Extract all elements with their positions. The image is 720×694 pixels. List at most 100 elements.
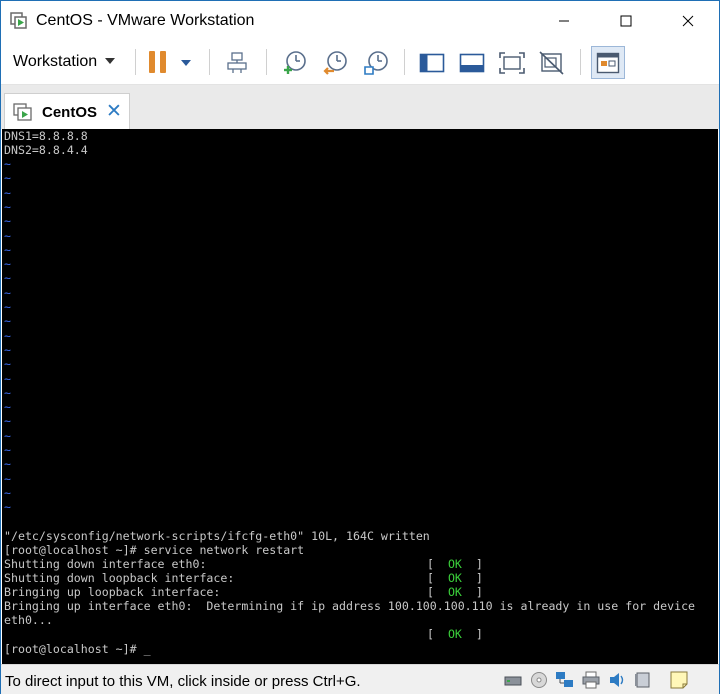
message-log-icon[interactable] [669,671,689,689]
vim-empty-line-tilde: ~ [4,257,11,272]
vim-empty-line-tilde: ~ [4,485,11,500]
vim-empty-line-tilde: ~ [4,357,11,372]
tab-centos[interactable]: CentOS ✕ [4,93,130,129]
network-adapter-icon[interactable] [555,671,575,689]
vim-empty-line-tilde: ~ [4,228,11,243]
unity-button[interactable] [538,49,566,77]
hard-disk-icon[interactable] [503,671,523,689]
vim-empty-line-tilde: ~ [4,242,11,257]
ok-text: OK [447,571,462,585]
maximize-button[interactable] [603,1,649,41]
toolbar-divider [266,49,267,75]
ok-bracket: ] [475,557,483,571]
vim-empty-line-tilde: ~ [4,157,11,171]
ok-text: OK [447,557,462,571]
vim-empty-line-tilde: ~ [4,271,11,286]
console-view-button[interactable] [418,49,446,77]
display-icon[interactable] [633,671,653,689]
ok-status: [ OK ] [427,571,483,585]
send-ctrl-alt-del-button[interactable] [223,49,251,77]
vim-empty-line-tilde: ~ [4,385,11,400]
toolbar-divider [209,49,210,75]
vmware-window: CentOS - VMware Workstation Workstation [0,0,720,694]
console-view-icon [419,53,445,73]
close-icon [682,15,694,27]
vim-empty-line-tilde: ~ [4,342,11,357]
vim-empty-line-tilde: ~ [4,300,11,314]
vim-empty-line-tilde: ~ [4,371,11,386]
vim-empty-line-tilde: ~ [4,328,11,343]
full-screen-icon [499,52,525,74]
power-dropdown-icon[interactable] [181,60,191,66]
ok-bracket: [ [427,557,434,571]
ok-status: [ OK ] [427,557,483,571]
vm-icon [13,103,32,121]
ok-text: OK [447,627,462,641]
toolbar-divider [135,49,136,75]
console-line: eth0... [4,613,53,627]
ok-bracket: ] [475,571,483,585]
ok-bracket: [ [427,585,434,599]
library-icon [459,53,485,73]
vm-console[interactable]: DNS1=8.8.8.8 DNS2=8.8.4.4 ~ ~ ~ ~ ~ ~ ~ ~ ~ ~ ~ ~ ~ ~… [2,129,718,664]
vim-empty-line-tilde: ~ [4,414,11,429]
tab-strip: CentOS ✕ [1,85,719,129]
vim-empty-line-tilde: ~ [4,471,11,486]
vim-empty-line-tilde: ~ [4,457,11,472]
console-line: [root@localhost ~]# service network rest… [4,543,305,557]
unity-icon [539,51,564,75]
ok-status: [ OK ] [427,585,483,599]
revert-snapshot-button[interactable] [321,49,349,77]
pause-icon [149,51,155,73]
thumbnail-bar-button[interactable] [591,46,625,79]
revert-snapshot-icon [323,51,347,75]
console-line: DNS1=8.8.8.8 [4,129,88,143]
title-bar[interactable]: CentOS - VMware Workstation [1,1,719,41]
vim-empty-line-tilde: ~ [4,400,11,415]
maximize-icon [620,15,632,27]
take-snapshot-button[interactable] [280,49,308,77]
sound-card-icon[interactable] [607,671,627,689]
console-line: Shutting down loopback interface: [4,571,235,585]
status-hint: To direct input to this VM, click inside… [5,673,361,690]
console-prompt: [root@localhost ~]# _ [4,642,151,656]
snapshot-manager-icon [364,51,388,75]
ok-status: [ OK ] [427,627,483,641]
pause-icon-bar [160,51,166,73]
ok-bracket: ] [475,585,483,599]
library-view-button[interactable] [458,49,486,77]
toolbar-divider [580,49,581,75]
send-keys-icon [227,52,247,73]
ok-bracket: [ [427,571,434,585]
printer-icon[interactable] [581,671,601,689]
vim-empty-line-tilde: ~ [4,171,11,186]
console-line: Shutting down interface eth0: [4,557,207,571]
cd-dvd-icon[interactable] [529,671,549,689]
vim-empty-line-tilde: ~ [4,428,11,443]
vim-empty-line-tilde: ~ [4,199,11,214]
vim-empty-line-tilde: ~ [4,500,11,515]
ok-text: OK [447,585,462,599]
snapshot-manager-button[interactable] [362,49,390,77]
toolbar: Workstation [1,41,719,85]
tab-label: CentOS [42,104,98,121]
pause-button[interactable] [146,47,172,77]
vim-empty-line-tilde: ~ [4,214,11,229]
console-line: "/etc/sysconfig/network-scripts/ifcfg-et… [4,529,430,543]
vim-empty-line-tilde: ~ [4,314,11,329]
tab-close-icon[interactable]: ✕ [106,102,122,121]
ok-bracket: ] [475,627,483,641]
console-line: Bringing up loopback interface: [4,585,221,599]
minimize-button[interactable] [541,1,587,41]
close-button[interactable] [665,1,711,41]
vim-empty-line-tilde: ~ [4,443,11,457]
full-screen-button[interactable] [498,49,526,77]
toolbar-divider [404,49,405,75]
status-bar: To direct input to this VM, click inside… [1,664,719,694]
vim-empty-line-tilde: ~ [4,185,11,200]
workstation-menu[interactable]: Workstation [13,53,116,71]
console-line: DNS2=8.8.4.4 [4,143,88,157]
vmware-app-icon [10,12,27,29]
minimize-icon [559,20,569,22]
snapshot-icon [284,51,306,74]
